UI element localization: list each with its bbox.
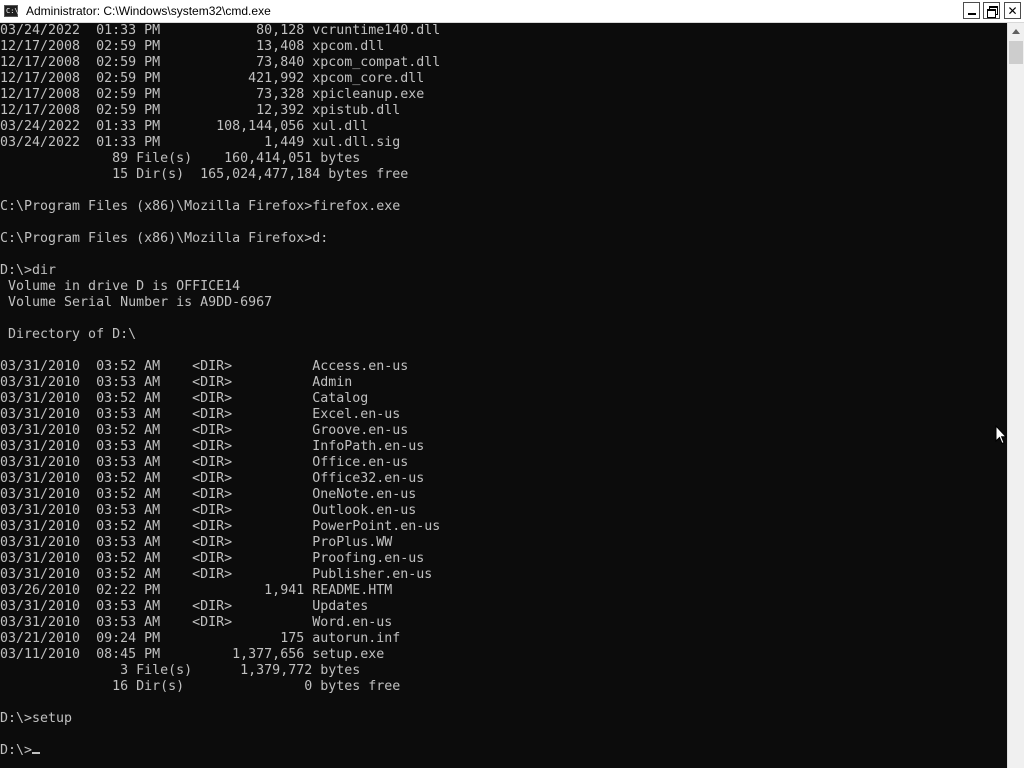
console-line: 12/17/2008 02:59 PM 12,392 xpistub.dll xyxy=(0,103,401,118)
restore-button[interactable] xyxy=(983,2,1000,19)
console-output[interactable]: 03/24/2022 01:33 PM 80,128 vcruntime140.… xyxy=(0,23,1007,768)
console-line: 03/31/2010 03:53 AM <DIR> Word.en-us xyxy=(0,615,393,630)
console-line: 03/31/2010 03:53 AM <DIR> Outlook.en-us xyxy=(0,503,417,518)
arrow-up-icon xyxy=(1012,29,1020,34)
console-line: 03/31/2010 03:52 AM <DIR> Catalog xyxy=(0,391,369,406)
console-line: 03/31/2010 03:52 AM <DIR> Publisher.en-u… xyxy=(0,567,433,582)
close-icon: ✕ xyxy=(1007,3,1018,18)
close-button[interactable]: ✕ xyxy=(1004,2,1021,19)
minimize-icon xyxy=(967,13,976,15)
console-line: 03/31/2010 03:53 AM <DIR> Admin xyxy=(0,375,353,390)
console-line: 16 Dir(s) 0 bytes free xyxy=(0,679,401,694)
console-line: 03/24/2022 01:33 PM 1,449 xul.dll.sig xyxy=(0,135,401,150)
scroll-thumb[interactable] xyxy=(1009,41,1023,64)
vertical-scrollbar[interactable] xyxy=(1007,23,1024,768)
console-line: D:\>setup xyxy=(0,711,73,726)
console-line: 03/31/2010 03:53 AM <DIR> Excel.en-us xyxy=(0,407,401,422)
console-line: 03/31/2010 03:52 AM <DIR> Office32.en-us xyxy=(0,471,425,486)
mouse-pointer-icon xyxy=(995,425,1007,445)
console-line: 12/17/2008 02:59 PM 13,408 xpcom.dll xyxy=(0,39,385,54)
console-line: 03/24/2022 01:33 PM 80,128 vcruntime140.… xyxy=(0,23,441,38)
console-line: 12/17/2008 02:59 PM 73,840 xpcom_compat.… xyxy=(0,55,441,70)
console-line: 03/31/2010 03:53 AM <DIR> Updates xyxy=(0,599,369,614)
console-line: 03/26/2010 02:22 PM 1,941 README.HTM xyxy=(0,583,393,598)
console-line: 03/11/2010 08:45 PM 1,377,656 setup.exe xyxy=(0,647,385,662)
console-line: 15 Dir(s) 165,024,477,184 bytes free xyxy=(0,167,409,182)
console-line: 12/17/2008 02:59 PM 73,328 xpicleanup.ex… xyxy=(0,87,425,102)
console-line: Volume Serial Number is A9DD-6967 xyxy=(0,295,273,310)
console-line: 3 File(s) 1,379,772 bytes xyxy=(0,663,361,678)
restore-icon xyxy=(986,5,998,18)
console-line: Directory of D:\ xyxy=(0,327,137,342)
console-line: 03/31/2010 03:52 AM <DIR> Proofing.en-us xyxy=(0,551,425,566)
console-line: 03/31/2010 03:52 AM <DIR> Access.en-us xyxy=(0,359,409,374)
console-line: 03/31/2010 03:52 AM <DIR> Groove.en-us xyxy=(0,423,409,438)
console-line: Volume in drive D is OFFICE14 xyxy=(0,279,241,294)
title-bar[interactable]: C:\ Administrator: C:\Windows\system32\c… xyxy=(0,0,1024,23)
console-line: 03/24/2022 01:33 PM 108,144,056 xul.dll xyxy=(0,119,369,134)
minimize-button[interactable] xyxy=(963,2,980,19)
console-line: 03/31/2010 03:53 AM <DIR> InfoPath.en-us xyxy=(0,439,425,454)
scroll-up-button[interactable] xyxy=(1008,23,1024,40)
console-line: C:\Program Files (x86)\Mozilla Firefox>f… xyxy=(0,199,401,214)
cmd-app-icon[interactable]: C:\ xyxy=(4,5,19,17)
console-line: 03/31/2010 03:52 AM <DIR> OneNote.en-us xyxy=(0,487,417,502)
text-cursor xyxy=(32,752,41,754)
console-line: 89 File(s) 160,414,051 bytes xyxy=(0,151,361,166)
console-line: 03/21/2010 09:24 PM 175 autorun.inf xyxy=(0,631,401,646)
console-line: D:\> xyxy=(0,743,1007,759)
console-line: D:\>dir xyxy=(0,263,57,278)
console-line: 03/31/2010 03:52 AM <DIR> PowerPoint.en-… xyxy=(0,519,441,534)
console-line: C:\Program Files (x86)\Mozilla Firefox>d… xyxy=(0,231,329,246)
window-title: Administrator: C:\Windows\system32\cmd.e… xyxy=(26,4,271,18)
console-line: 03/31/2010 03:53 AM <DIR> ProPlus.WW xyxy=(0,535,393,550)
console-line: 03/31/2010 03:53 AM <DIR> Office.en-us xyxy=(0,455,409,470)
console-line: 12/17/2008 02:59 PM 421,992 xpcom_core.d… xyxy=(0,71,425,86)
